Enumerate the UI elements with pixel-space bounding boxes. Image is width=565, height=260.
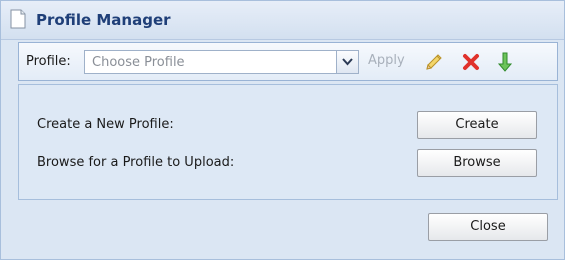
profile-select-placeholder: Choose Profile: [92, 55, 185, 70]
document-icon: [10, 9, 26, 29]
download-arrow-icon[interactable]: [497, 52, 515, 72]
close-button[interactable]: Close: [428, 213, 548, 241]
profile-select[interactable]: Choose Profile: [84, 50, 359, 74]
profile-manager-dialog: Profile Manager Profile: Choose Profile …: [0, 0, 565, 260]
title-bar: Profile Manager: [1, 1, 564, 40]
create-profile-label: Create a New Profile:: [37, 117, 174, 132]
browse-button[interactable]: Browse: [417, 149, 537, 177]
delete-icon[interactable]: [461, 52, 479, 72]
pencil-icon[interactable]: [424, 52, 442, 72]
create-button[interactable]: Create: [417, 111, 537, 139]
profile-toolbar: Profile: Choose Profile Apply: [18, 42, 558, 81]
chevron-down-icon: [342, 58, 353, 66]
profile-label: Profile:: [26, 54, 71, 69]
apply-button[interactable]: Apply: [368, 53, 405, 68]
window-title: Profile Manager: [36, 11, 171, 29]
dropdown-button[interactable]: [336, 51, 358, 73]
profile-actions-panel: Create a New Profile: Create Browse for …: [18, 84, 558, 200]
browse-profile-label: Browse for a Profile to Upload:: [37, 155, 235, 170]
